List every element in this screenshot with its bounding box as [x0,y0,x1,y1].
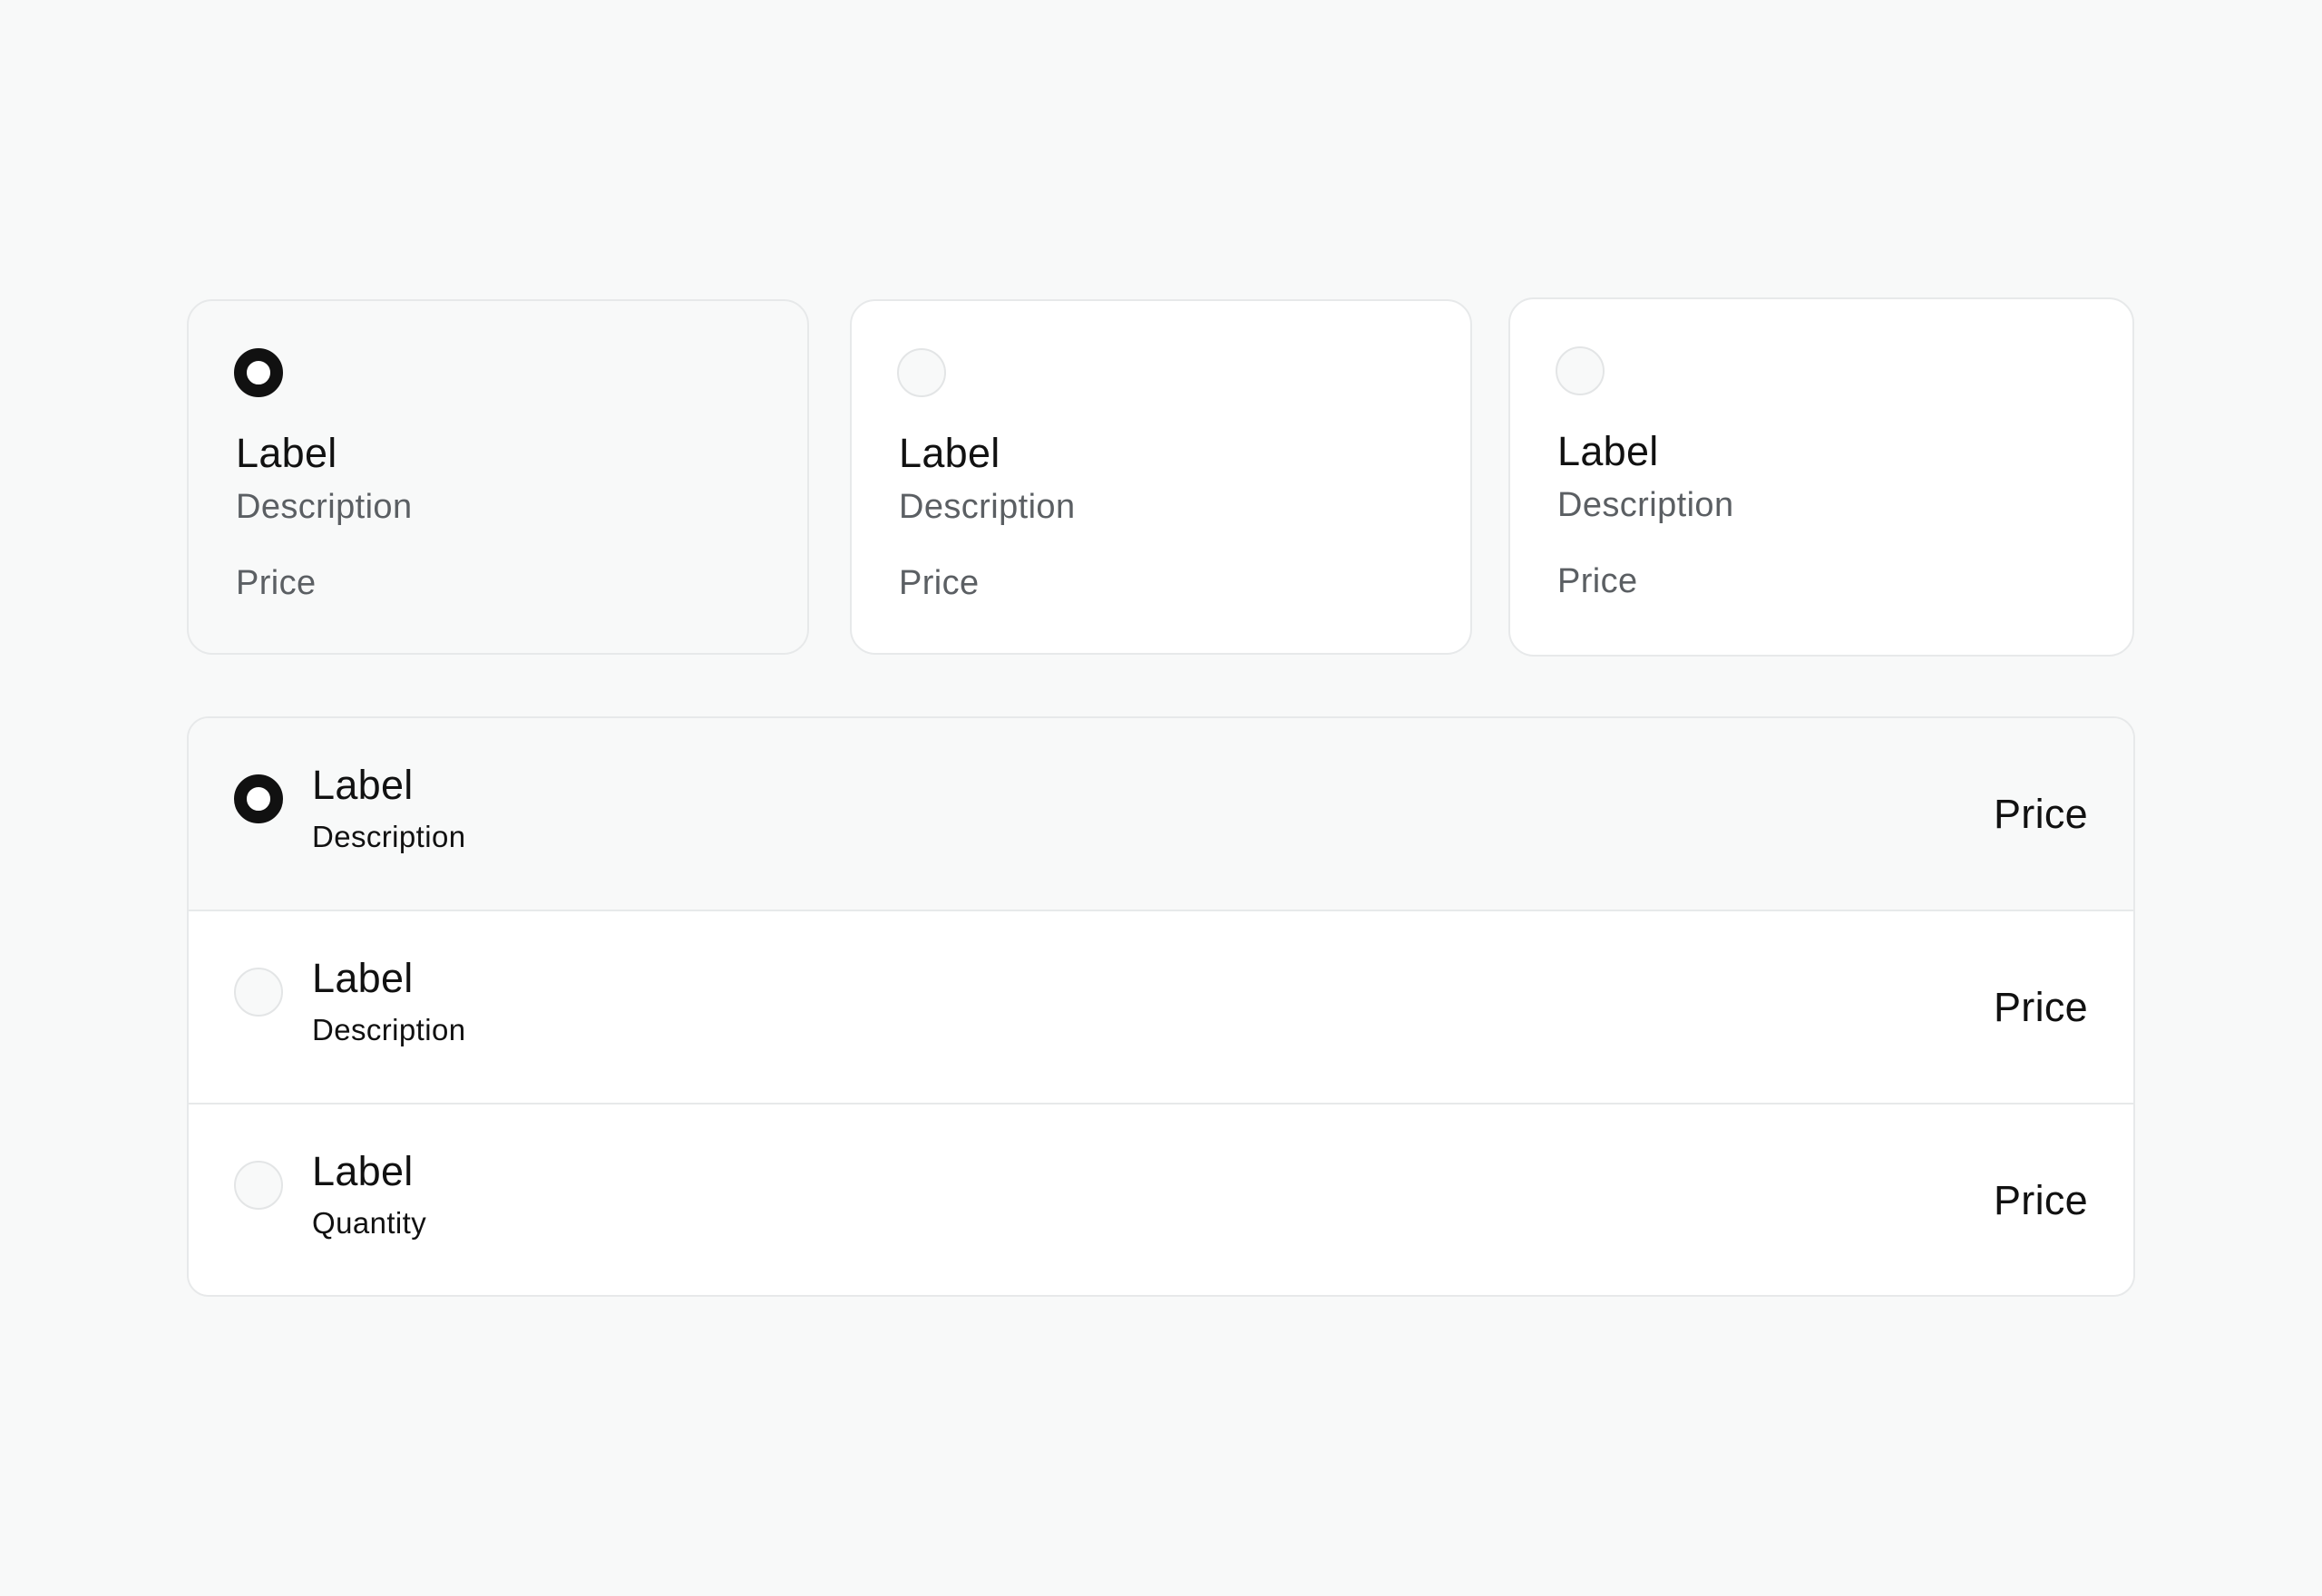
radio-list-item-1[interactable]: Label Description Price [189,718,2133,911]
card-description: Description [1557,486,1734,524]
card-label: Label [236,430,337,476]
radio-card-3[interactable]: Label Description Price [1508,297,2134,657]
radio-button-checked[interactable] [234,348,283,397]
card-price: Price [899,564,980,602]
list-item-description: Description [312,820,466,853]
radio-list-item-3[interactable]: Label Quantity Price [189,1105,2133,1295]
radio-card-1[interactable]: Label Description Price [187,299,809,655]
card-description: Description [899,488,1076,526]
radio-card-group: Label Description Price Label Descriptio… [187,297,2137,657]
list-item-label: Label [312,762,414,808]
radio-button[interactable] [1556,346,1605,395]
radio-button[interactable] [234,968,283,1017]
radio-list-group: Label Description Price Label Descriptio… [187,716,2135,1297]
list-item-label: Label [312,955,414,1001]
list-item-quantity: Quantity [312,1206,427,1240]
card-price: Price [1557,562,1638,600]
card-label: Label [899,430,1000,476]
list-item-label: Label [312,1148,414,1194]
radio-button[interactable] [234,1161,283,1210]
radio-card-2[interactable]: Label Description Price [850,299,1472,655]
list-item-description: Description [312,1013,466,1046]
list-item-price: Price [1993,1177,2088,1223]
list-item-price: Price [1993,791,2088,837]
radio-button-checked[interactable] [234,774,283,823]
card-description: Description [236,488,413,526]
radio-list-item-2[interactable]: Label Description Price [189,911,2133,1105]
card-label: Label [1557,428,1659,474]
list-item-price: Price [1993,984,2088,1030]
radio-button[interactable] [897,348,946,397]
card-price: Price [236,564,317,602]
